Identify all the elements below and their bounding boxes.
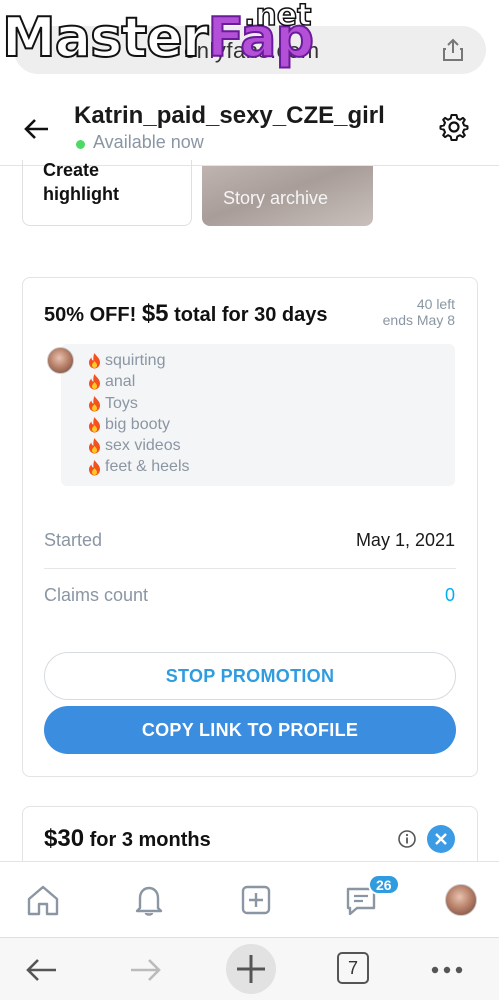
fire-icon	[89, 438, 100, 454]
profile-name: Katrin_paid_sexy_CZE_girl	[74, 102, 385, 129]
tag-item: feet & heels	[87, 456, 190, 477]
stop-promotion-button[interactable]: STOP PROMOTION	[44, 652, 456, 700]
fire-icon	[89, 417, 100, 433]
tag-item: sex videos	[87, 435, 190, 456]
avatar	[47, 347, 74, 374]
gear-icon[interactable]	[439, 112, 469, 142]
fire-icon	[89, 459, 100, 476]
story-archive-label: Story archive	[223, 188, 329, 208]
started-label: Started	[44, 530, 103, 550]
claims-label: Claims count	[44, 585, 149, 605]
browser-top-bar: onlyfans.com MasterFap .net	[0, 0, 499, 98]
promotion-remaining: 40 left	[416, 296, 455, 312]
promotion-ends: ends May 8	[382, 312, 455, 328]
avatar[interactable]	[445, 884, 477, 916]
back-arrow-icon[interactable]	[22, 114, 52, 144]
promotion-2-duration: for 3 months	[89, 829, 211, 851]
fire-icon	[89, 353, 100, 369]
promotion-2-title: $30 for 3 months	[44, 825, 211, 853]
story-archive-button[interactable]: Story archive	[202, 166, 373, 226]
tag-list: squirting anal Toys big booty sex videos feet…	[87, 350, 190, 478]
tabs-button[interactable]: 7	[337, 952, 369, 984]
tag-label: feet & heels	[105, 458, 190, 476]
watermark-part1: Master	[1, 5, 209, 70]
page: onlyfans.com MasterFap .net Katrin_paid_…	[0, 0, 499, 1000]
tag-item: anal	[87, 371, 190, 392]
started-value: May 1, 2021	[355, 530, 455, 550]
promotion-card: 50% OFF! $5 total for 30 days 40 left en…	[22, 277, 478, 777]
create-highlight-button[interactable]: Create highlight	[22, 160, 192, 226]
tag-item: Toys	[87, 393, 190, 414]
browser-back-icon[interactable]	[22, 950, 62, 990]
copy-link-button[interactable]: COPY LINK TO PROFILE	[44, 706, 456, 754]
close-button[interactable]	[427, 825, 455, 853]
tag-label: sex videos	[105, 437, 181, 455]
claims-value[interactable]: 0	[445, 585, 455, 606]
online-dot	[76, 140, 85, 149]
app-bottom-nav: 26	[0, 861, 499, 937]
promotion-discount: 50% OFF!	[44, 304, 137, 326]
promotion-limits: 40 left ends May 8	[383, 296, 455, 328]
share-icon[interactable]	[442, 38, 464, 62]
tag-item: big booty	[87, 414, 190, 435]
add-post-icon[interactable]	[238, 882, 274, 918]
watermark-tld: .net	[243, 0, 312, 34]
plus-icon	[237, 955, 265, 983]
divider	[44, 568, 456, 569]
promotion-duration: total for 30 days	[174, 304, 328, 326]
promotion-2-price: $30	[44, 825, 85, 852]
browser-forward-icon[interactable]	[125, 950, 165, 990]
bell-icon[interactable]	[131, 882, 167, 918]
new-tab-button[interactable]	[226, 944, 276, 994]
profile-header: Katrin_paid_sexy_CZE_girl Available now	[0, 98, 499, 166]
tag-label: anal	[105, 373, 136, 391]
tag-label: Toys	[105, 394, 138, 412]
promotion-price: $5	[141, 300, 169, 327]
fire-icon	[89, 374, 100, 390]
home-icon[interactable]	[25, 882, 61, 918]
more-options-icon[interactable]	[427, 950, 467, 990]
close-icon	[435, 833, 447, 845]
info-icon[interactable]	[397, 829, 417, 849]
create-highlight-label: Create highlight	[43, 160, 119, 204]
status-text: Available now	[93, 132, 204, 152]
messages-badge: 26	[368, 874, 400, 895]
promotion-title: 50% OFF! $5 total for 30 days	[44, 300, 327, 328]
tag-label: squirting	[105, 352, 166, 369]
highlights-row: Create highlight Story archive	[0, 160, 499, 246]
tag-label: big booty	[105, 415, 170, 433]
tag-item: squirting	[87, 350, 190, 371]
fire-icon	[89, 395, 100, 412]
browser-bottom-bar: 7	[0, 937, 499, 1000]
